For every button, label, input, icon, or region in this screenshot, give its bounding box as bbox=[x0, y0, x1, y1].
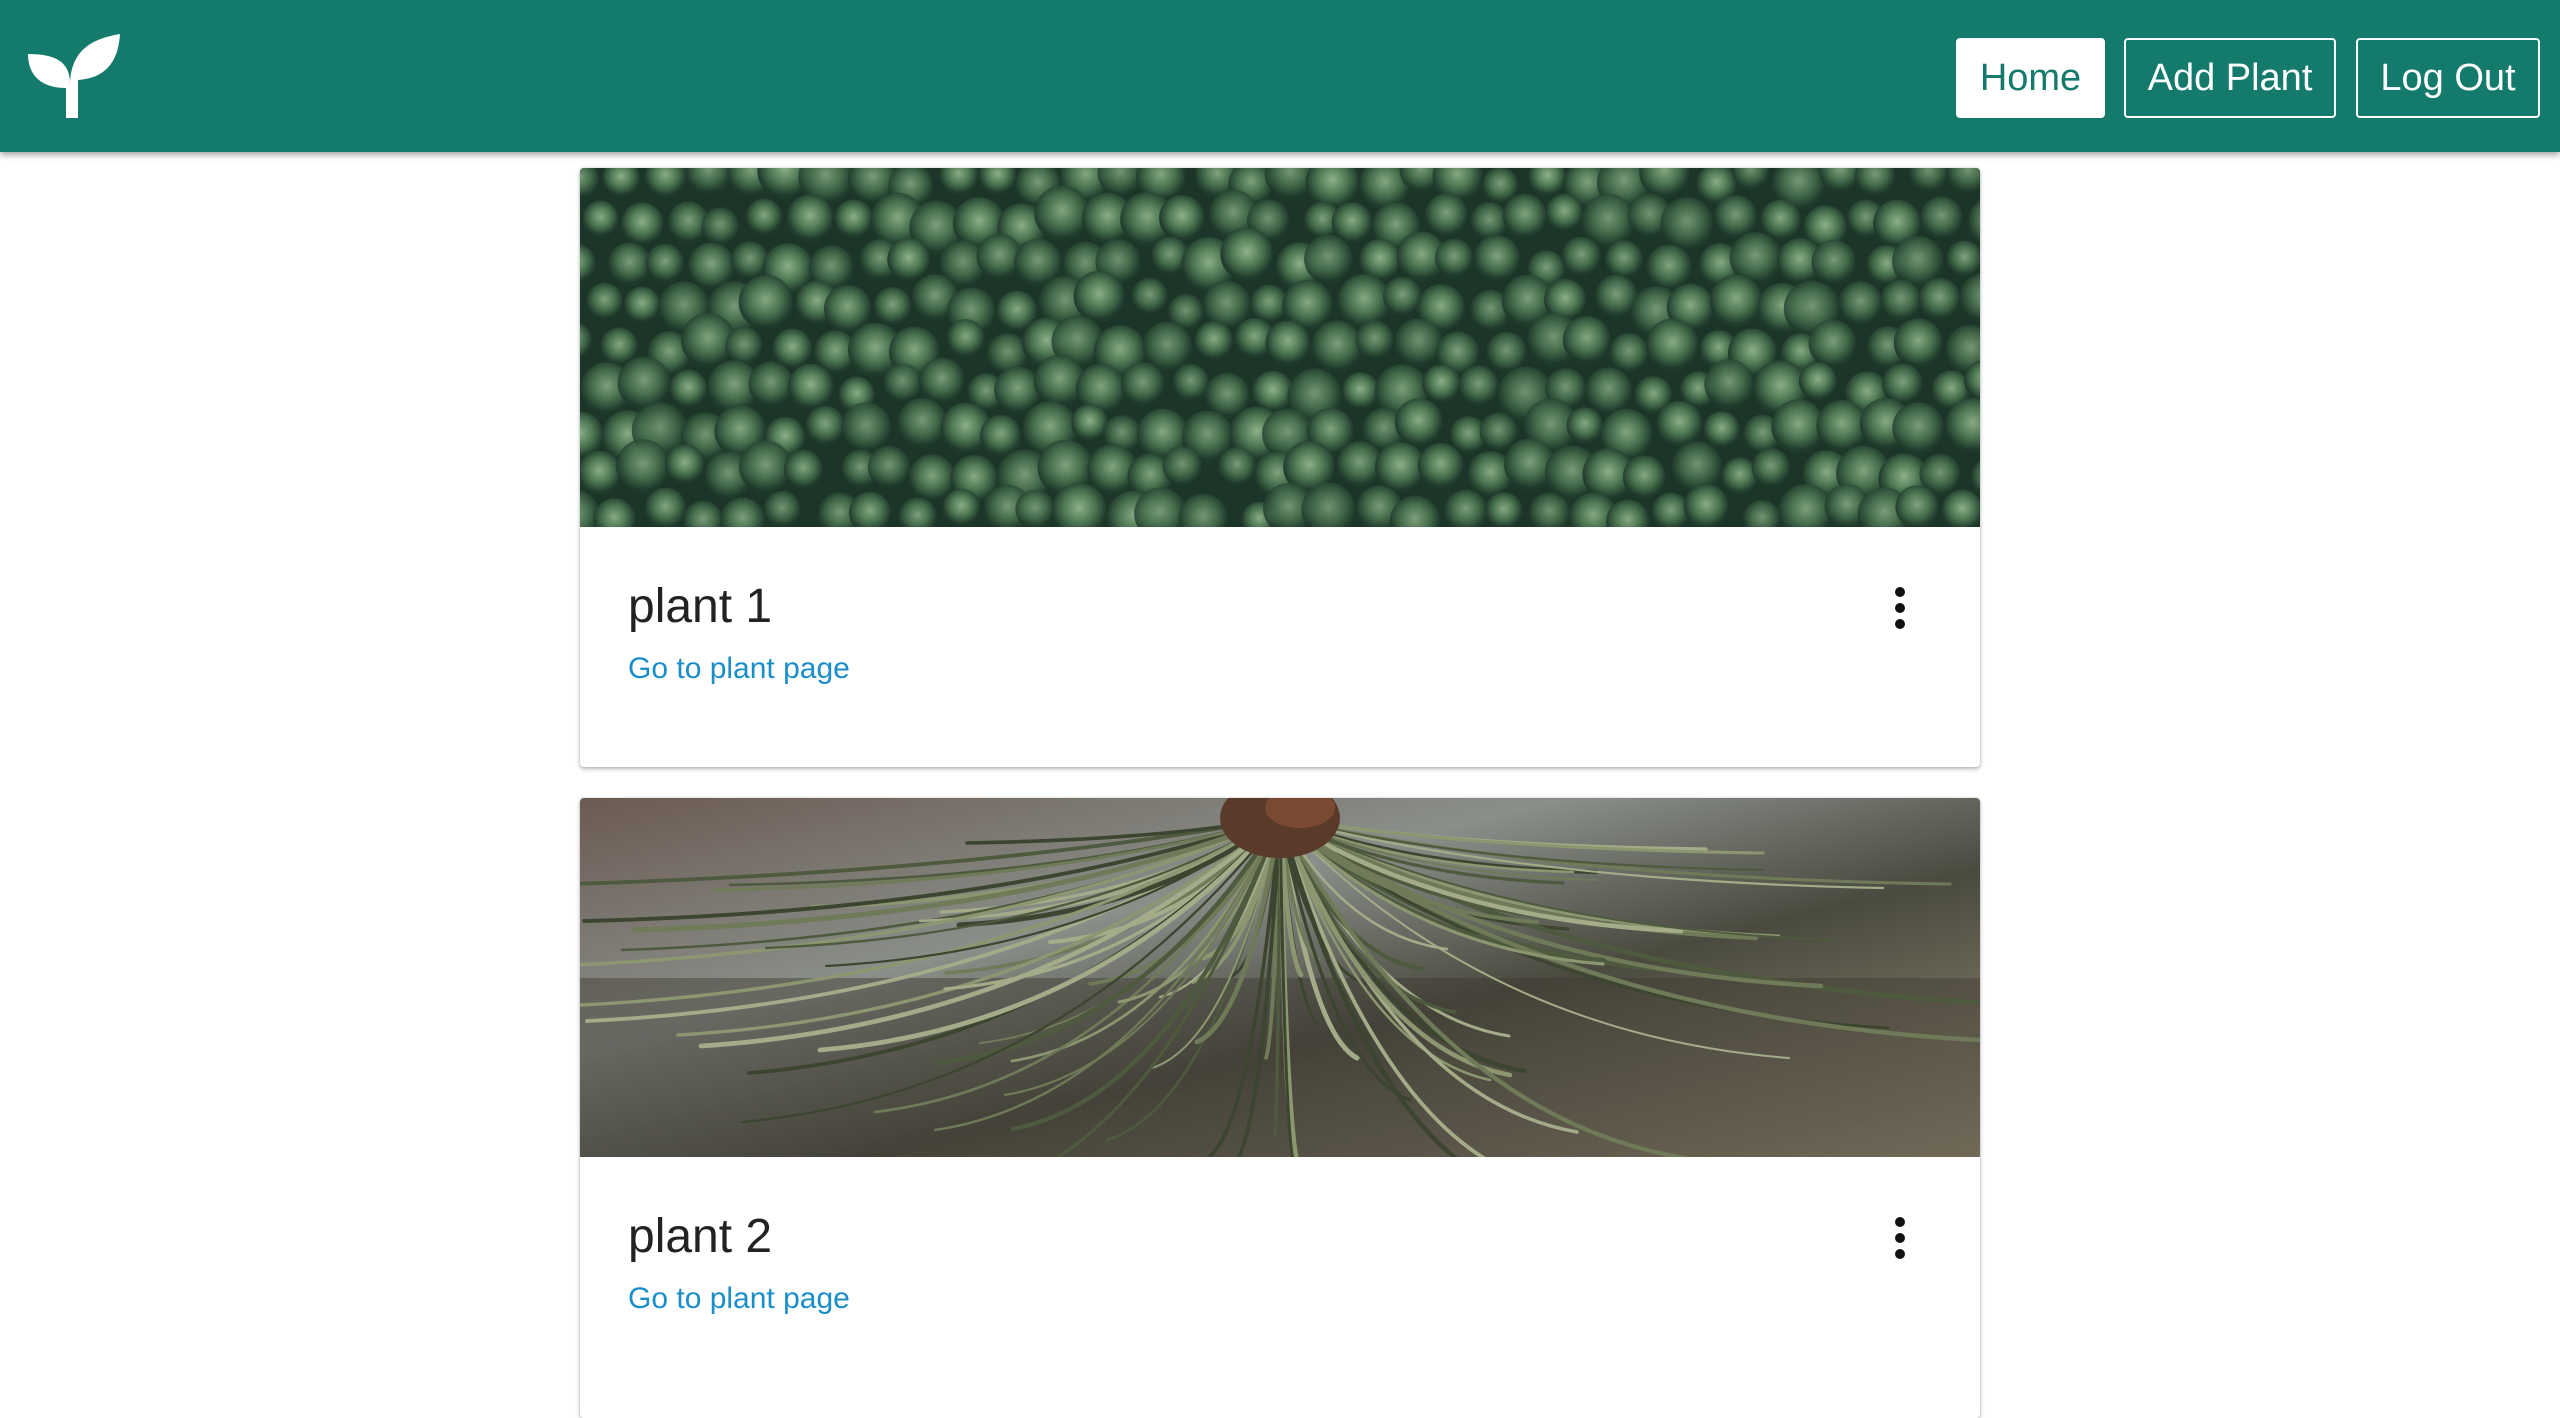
go-to-plant-page-link[interactable]: Go to plant page bbox=[628, 1282, 850, 1316]
card-title: plant 1 bbox=[628, 580, 773, 633]
home-button[interactable]: Home bbox=[1956, 38, 2105, 118]
more-vertical-icon[interactable] bbox=[1880, 580, 1920, 640]
add-plant-button[interactable]: Add Plant bbox=[2124, 38, 2336, 118]
sprout-icon[interactable] bbox=[26, 32, 122, 118]
more-vertical-icon[interactable] bbox=[1880, 1210, 1920, 1270]
plant-card: plant 1 Go to plant page bbox=[580, 168, 1980, 767]
card-title: plant 2 bbox=[628, 1210, 773, 1263]
log-out-button[interactable]: Log Out bbox=[2356, 38, 2540, 118]
go-to-plant-page-link[interactable]: Go to plant page bbox=[628, 652, 850, 686]
plant-card: plant 2 Go to plant page bbox=[580, 798, 1980, 1418]
aerial-forest-photo bbox=[580, 168, 1980, 527]
pine-needles-photo bbox=[580, 798, 1980, 1157]
top-navbar: Home Add Plant Log Out bbox=[0, 0, 2560, 152]
